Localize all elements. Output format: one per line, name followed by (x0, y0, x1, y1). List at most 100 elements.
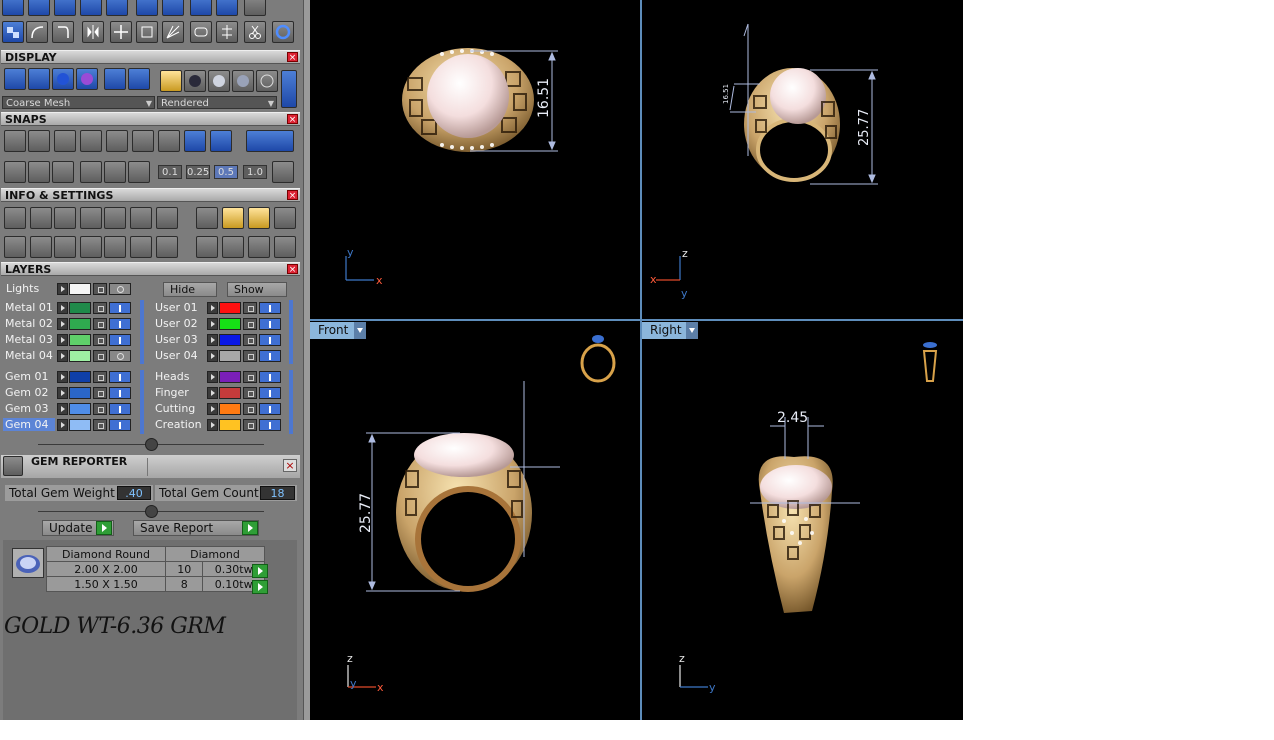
layer-color-swatch[interactable] (219, 419, 241, 431)
settings-icon[interactable] (4, 207, 26, 229)
plane-icon[interactable] (104, 161, 126, 183)
right-view-tab[interactable]: Right (642, 322, 686, 339)
document-icon[interactable] (104, 207, 126, 229)
visibility-icon[interactable] (259, 350, 281, 362)
figure-a-icon[interactable] (196, 236, 218, 258)
snap-mid-icon[interactable] (184, 130, 206, 152)
visibility-icon[interactable] (259, 318, 281, 330)
lens-icon[interactable] (162, 0, 184, 16)
layer-name[interactable]: Metal 04 (3, 349, 55, 362)
save-report-go-icon[interactable] (242, 521, 258, 535)
layer-arrow-icon[interactable] (207, 334, 218, 346)
cog-ring-icon[interactable] (244, 0, 266, 16)
frame-icon[interactable] (128, 68, 150, 90)
lock-icon[interactable] (243, 403, 257, 415)
sketch-icon[interactable] (80, 161, 102, 183)
lock-icon[interactable] (243, 419, 257, 431)
panel-scrollbar[interactable] (303, 0, 310, 720)
layer-arrow-icon[interactable] (207, 350, 218, 362)
close-icon[interactable]: × (287, 190, 298, 201)
visibility-icon[interactable] (109, 403, 131, 415)
viewport-perspective[interactable]: 25.77 16.51 z x y (642, 0, 963, 319)
lock-icon[interactable] (93, 403, 107, 415)
close-icon[interactable]: × (287, 114, 298, 125)
update-go-icon[interactable] (96, 521, 112, 535)
display-header[interactable]: DISPLAY × (1, 50, 300, 64)
grid-snap-icon[interactable] (272, 161, 294, 183)
viewport-right[interactable]: Right 2.45 z y (642, 321, 963, 720)
lock-icon[interactable] (93, 387, 107, 399)
split-icon[interactable] (216, 21, 238, 43)
visibility-icon[interactable] (109, 302, 131, 314)
lock-icon[interactable] (93, 283, 107, 295)
close-icon[interactable]: × (283, 459, 297, 472)
snap-toggle[interactable] (246, 130, 294, 152)
layer-color-swatch[interactable] (219, 403, 241, 415)
layer-color-swatch[interactable] (69, 302, 91, 314)
select-icon[interactable] (2, 21, 24, 43)
layer-name[interactable]: User 02 (153, 317, 205, 330)
visibility-icon[interactable] (259, 419, 281, 431)
measure-icon[interactable] (130, 236, 152, 258)
layer-arrow-icon[interactable] (207, 419, 218, 431)
visibility-icon[interactable] (109, 387, 131, 399)
visibility-icon[interactable] (259, 387, 281, 399)
visibility-icon[interactable] (109, 371, 131, 383)
wrench-icon[interactable] (30, 207, 52, 229)
lock-icon[interactable] (243, 318, 257, 330)
layer-name[interactable]: User 03 (153, 333, 205, 346)
show-button[interactable]: Show (227, 282, 287, 297)
gem-info-icon[interactable] (156, 207, 178, 229)
save-report-button[interactable]: Save Report (133, 520, 259, 536)
viewport-top[interactable]: 16.51 y x (310, 0, 640, 319)
tool-b-icon[interactable] (222, 207, 244, 229)
visibility-icon[interactable] (259, 403, 281, 415)
snap-grid-icon[interactable] (4, 130, 26, 152)
layer-color-swatch[interactable] (69, 334, 91, 346)
gear-icon[interactable] (190, 0, 212, 16)
snap-value-0[interactable]: 0.1 (158, 165, 182, 179)
visibility-icon[interactable] (259, 302, 281, 314)
shading-icon[interactable] (28, 68, 50, 90)
visibility-icon[interactable] (109, 350, 131, 362)
ruler-icon[interactable] (80, 0, 102, 16)
front-view-tab[interactable]: Front (310, 322, 354, 339)
lock-icon[interactable] (243, 350, 257, 362)
lock-icon[interactable] (93, 318, 107, 330)
render-select[interactable]: Rendered ▼ (157, 96, 277, 109)
tool-c-icon[interactable] (248, 207, 270, 229)
layer-color-swatch[interactable] (219, 350, 241, 362)
lock-icon[interactable] (93, 302, 107, 314)
cube-icon[interactable] (28, 161, 50, 183)
gold-material-icon[interactable] (160, 70, 182, 92)
layer-arrow-icon[interactable] (57, 318, 68, 330)
list-icon[interactable] (156, 236, 178, 258)
layer-color-swatch[interactable] (219, 302, 241, 314)
layers-header[interactable]: LAYERS × (1, 262, 300, 276)
lock-icon[interactable] (243, 371, 257, 383)
lock-icon[interactable] (93, 334, 107, 346)
collapse-icon[interactable] (145, 438, 158, 451)
lock-icon[interactable] (93, 350, 107, 362)
snap-point-icon[interactable] (80, 130, 102, 152)
layer-name[interactable]: Creation (153, 418, 205, 431)
layer-arrow-icon[interactable] (207, 403, 218, 415)
arc-icon[interactable] (26, 21, 48, 43)
layer-name[interactable]: User 01 (153, 301, 205, 314)
lock-icon[interactable] (93, 419, 107, 431)
group-icon[interactable] (190, 21, 212, 43)
info-header[interactable]: INFO & SETTINGS × (1, 188, 300, 202)
layer-name[interactable]: Metal 01 (3, 301, 55, 314)
lock-icon[interactable] (243, 387, 257, 399)
snap-end-icon[interactable] (210, 130, 232, 152)
row-go-icon[interactable] (252, 564, 268, 578)
lights-arrow[interactable] (57, 283, 68, 295)
view-dropdown-icon[interactable] (354, 322, 366, 339)
row-go-icon[interactable] (252, 580, 268, 594)
layer-arrow-icon[interactable] (57, 350, 68, 362)
layer-color-swatch[interactable] (69, 419, 91, 431)
layer-color-swatch[interactable] (219, 318, 241, 330)
viewport-front[interactable]: Front 25.77 z y x (310, 321, 640, 720)
dark-sphere-icon[interactable] (184, 70, 206, 92)
printer-icon[interactable] (54, 207, 76, 229)
